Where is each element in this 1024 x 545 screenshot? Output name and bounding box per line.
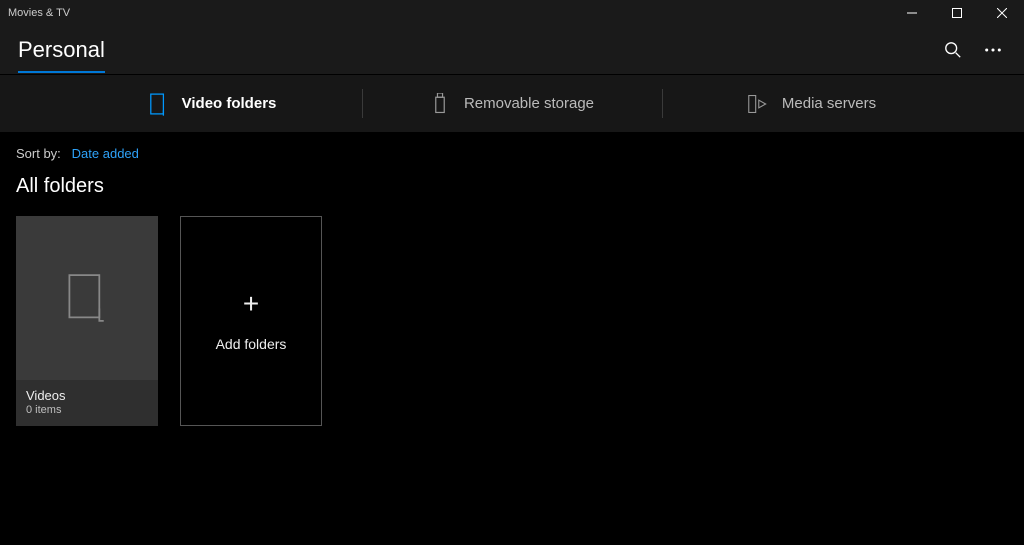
minimize-button[interactable]: [889, 0, 934, 26]
usb-icon: [430, 92, 450, 116]
folder-meta: Videos 0 items: [16, 380, 158, 426]
folder-thumbnail: [16, 216, 158, 380]
more-icon: [984, 47, 1002, 53]
content: Sort by: Date added All folders Videos 0…: [0, 132, 1024, 440]
minimize-icon: [907, 8, 917, 18]
tab-label: Video folders: [182, 95, 277, 112]
window-controls: [889, 0, 1024, 26]
folder-name: Videos: [26, 388, 148, 403]
folder-icon: [148, 92, 168, 116]
header-actions: [942, 39, 1004, 61]
add-folders-label: Add folders: [216, 336, 287, 352]
close-button[interactable]: [979, 0, 1024, 26]
tab-media-servers[interactable]: Media servers: [662, 75, 962, 132]
sort-row: Sort by: Date added: [16, 146, 1008, 161]
app-title: Movies & TV: [8, 7, 70, 19]
add-folders-tile[interactable]: + Add folders: [180, 216, 322, 426]
maximize-button[interactable]: [934, 0, 979, 26]
tab-removable-storage[interactable]: Removable storage: [362, 75, 662, 132]
header: Personal: [0, 26, 1024, 74]
server-icon: [748, 92, 768, 116]
folder-grid: Videos 0 items + Add folders: [16, 216, 1008, 426]
search-button[interactable]: [942, 39, 964, 61]
more-button[interactable]: [982, 39, 1004, 61]
page-title-text: Personal: [18, 37, 105, 62]
tab-video-folders[interactable]: Video folders: [62, 75, 362, 132]
sort-dropdown[interactable]: Date added: [72, 146, 139, 161]
maximize-icon: [952, 8, 962, 18]
page-title-underline: [18, 71, 105, 73]
source-tabs: Video folders Removable storage Media se…: [0, 74, 1024, 132]
section-title: All folders: [16, 175, 1008, 198]
page-title: Personal: [18, 37, 105, 63]
folder-tile-videos[interactable]: Videos 0 items: [16, 216, 158, 426]
close-icon: [997, 8, 1007, 18]
tab-label: Media servers: [782, 95, 876, 112]
tab-label: Removable storage: [464, 95, 594, 112]
title-bar: Movies & TV: [0, 0, 1024, 26]
search-icon: [944, 41, 962, 59]
plus-icon: +: [243, 290, 259, 318]
folder-item-count: 0 items: [26, 404, 148, 416]
sort-label: Sort by:: [16, 146, 61, 161]
document-icon: [65, 271, 109, 325]
